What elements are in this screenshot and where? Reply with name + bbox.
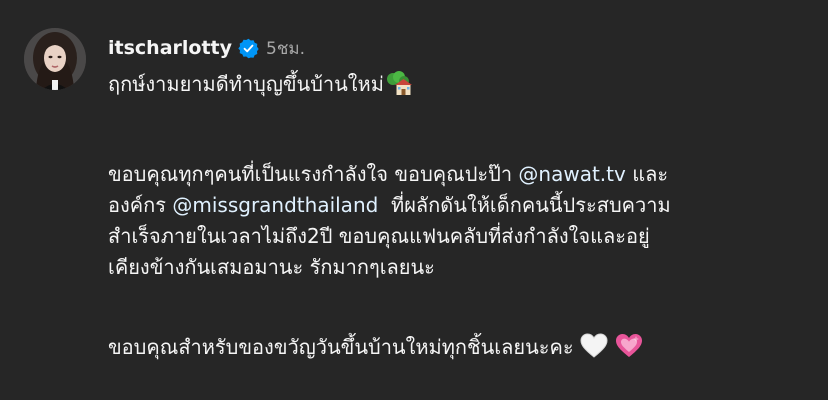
caption-line: ขอบคุณสำหรับของขวัญวันขึ้นบ้านใหม่ทุกชิ้… xyxy=(108,332,808,368)
caption-paragraph-2: ขอบคุณทุกๆคนที่เป็นแรงกำลังใจ ขอบคุณปะป๊… xyxy=(108,159,808,283)
instagram-caption-comment: itscharlotty 5ชม. ฤกษ์งามยามดีทำบุญขึ้นบ… xyxy=(0,0,828,400)
caption-line-text: และ xyxy=(625,162,669,186)
avatar[interactable] xyxy=(24,28,86,90)
caption-line: เคียงข้างกันเสมอมานะ รักมากๆเลยนะ xyxy=(108,255,435,279)
house-with-garden-emoji-icon xyxy=(384,70,412,105)
white-heart-emoji-icon xyxy=(580,333,608,368)
caption-paragraph-1: ฤกษ์งามยามดีทำบุญขึ้นบ้านใหม่ xyxy=(108,69,808,105)
sparkling-heart-emoji-icon xyxy=(614,333,644,368)
caption-line-text: องค์กร xyxy=(108,193,173,217)
post-timestamp: 5ชม. xyxy=(266,38,305,59)
verified-badge-icon xyxy=(238,38,259,59)
mention-link-nawat[interactable]: @nawat.tv xyxy=(518,162,625,186)
comment-header: itscharlotty 5ชม. xyxy=(108,33,305,63)
avatar-image xyxy=(24,28,86,90)
caption-line: ฤกษ์งามยามดีทำบุญขึ้นบ้านใหม่ xyxy=(108,69,808,105)
caption-line: สำเร็จภายในเวลาไม่ถึง2ปี ขอบคุณแฟนคลับที… xyxy=(108,224,650,248)
caption-line-text: ขอบคุณทุกๆคนที่เป็นแรงกำลังใจ ขอบคุณปะป๊… xyxy=(108,162,519,186)
caption-line-text: ขอบคุณสำหรับของขวัญวันขึ้นบ้านใหม่ทุกชิ้… xyxy=(108,335,574,359)
caption-line: ขอบคุณทุกๆคนที่เป็นแรงกำลังใจ ขอบคุณปะป๊… xyxy=(108,159,808,190)
caption-line-text: ที่ผลักดันให้เด็กคนนี้ประสบความ xyxy=(378,193,671,217)
caption-line: องค์กร @missgrandthailand ที่ผลักดันให้เ… xyxy=(108,190,808,221)
caption-text: ฤกษ์งามยามดีทำบุญขึ้นบ้านใหม่ ขอบคุณทุกๆ… xyxy=(108,69,808,368)
caption-line-text: ฤกษ์งามยามดีทำบุญขึ้นบ้านใหม่ xyxy=(108,72,384,96)
username-link[interactable]: itscharlotty xyxy=(108,37,232,59)
caption-paragraph-3: ขอบคุณสำหรับของขวัญวันขึ้นบ้านใหม่ทุกชิ้… xyxy=(108,332,808,368)
mention-link-missgrandthailand[interactable]: @missgrandthailand xyxy=(172,193,378,217)
